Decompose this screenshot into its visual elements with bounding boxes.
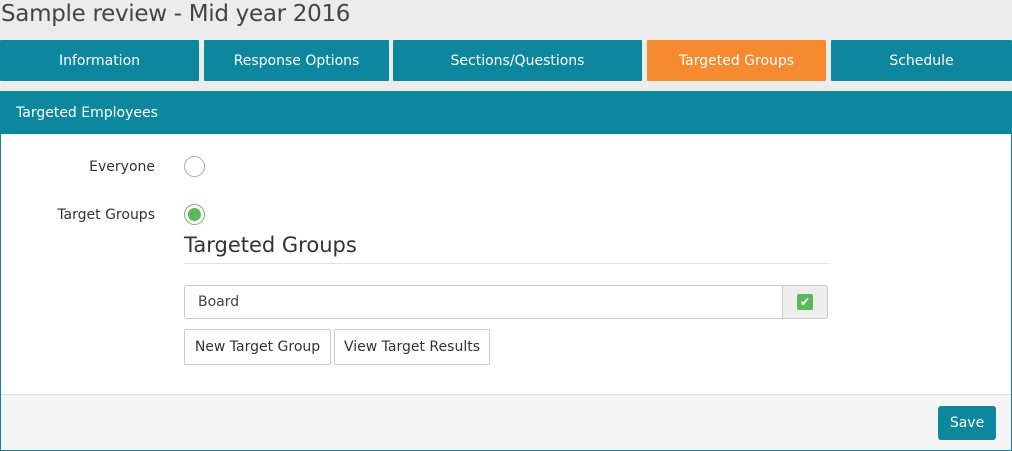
tab-targeted-groups[interactable]: Targeted Groups	[647, 40, 826, 81]
everyone-label: Everyone	[89, 159, 155, 175]
target-group-value: Board	[198, 294, 240, 310]
target-group-field[interactable]: Board	[184, 285, 782, 319]
tab-response-options[interactable]: Response Options	[204, 40, 389, 81]
tab-schedule[interactable]: Schedule	[831, 40, 1012, 81]
view-target-results-button[interactable]: View Target Results	[334, 329, 490, 365]
target-group-checkbox[interactable]: ✔	[782, 285, 828, 319]
check-icon: ✔	[797, 294, 813, 310]
targeted-groups-heading: Targeted Groups	[184, 233, 829, 264]
panel-footer: Save	[1, 394, 1011, 450]
page-title: Sample review - Mid year 2016	[1, 1, 351, 27]
new-target-group-button[interactable]: New Target Group	[184, 329, 331, 365]
tab-information[interactable]: Information	[0, 40, 199, 81]
targeted-employees-panel: Targeted Employees Everyone Target Group…	[0, 91, 1012, 451]
panel-header: Targeted Employees	[1, 92, 1011, 134]
save-button[interactable]: Save	[938, 406, 996, 440]
everyone-radio[interactable]	[184, 156, 205, 177]
target-groups-label: Target Groups	[57, 207, 155, 223]
tab-bar: Information Response Options Sections/Qu…	[0, 40, 1012, 81]
target-groups-radio[interactable]	[184, 204, 205, 225]
tab-sections-questions[interactable]: Sections/Questions	[393, 40, 642, 81]
